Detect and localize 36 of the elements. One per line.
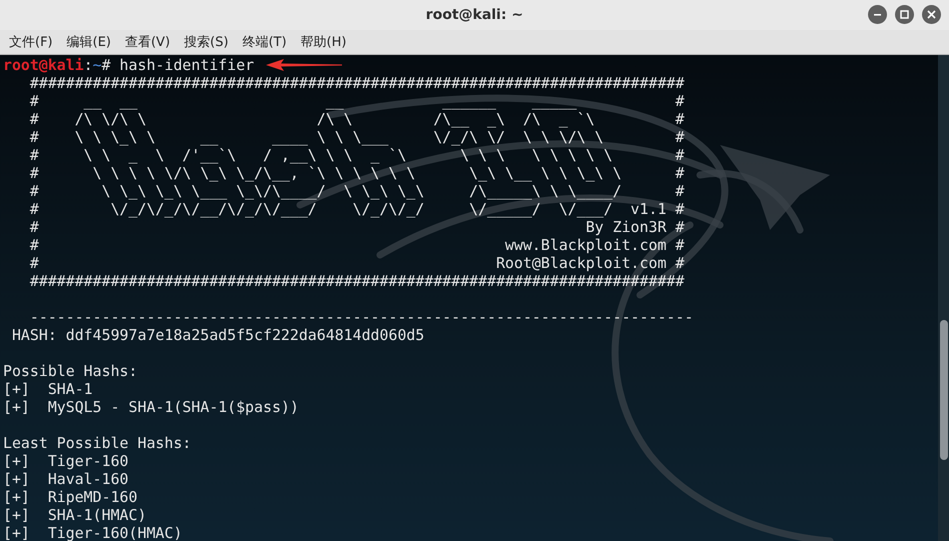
terminal-line: # \ \ \ \ \/\ \_\ \_/\__, `\ \ \ \ \ \ \_\ \__ \ \ \_\ \ # xyxy=(28,164,684,182)
close-icon[interactable] xyxy=(922,5,941,24)
terminal-line: ######################################################################### xyxy=(28,272,684,290)
terminal-line: # __ __ __ ______ _____ # xyxy=(28,92,684,110)
menu-item[interactable]: 终端(T) xyxy=(237,30,292,54)
terminal-line: [+] SHA-1 xyxy=(3,380,93,398)
terminal-line: [+] Tiger-160 xyxy=(3,452,129,470)
menu-item[interactable]: 查看(V) xyxy=(120,30,176,54)
terminal-line: [+] RipeMD-160 xyxy=(3,488,138,506)
menu-item[interactable]: 文件(F) xyxy=(4,30,58,54)
terminal-line: Possible Hashs: xyxy=(3,362,138,380)
terminal-line: HASH: ddf45997a7e18a25ad5f5cf222da64814dd060d5 xyxy=(10,326,424,344)
terminal-line: [+] SHA-1(HMAC) xyxy=(3,506,146,524)
minimize-icon[interactable] xyxy=(868,5,887,24)
terminal-line: # \ \ _ \ /'__`\ / ,__\ \ \ _ `\ \ \ \ \ \ \ \ \ # xyxy=(28,146,684,164)
terminal-line: # \ \_\ \_\ \___ \_\/\____/ \ \_\ \_\ /\_____\ \ \____/ # xyxy=(28,182,684,200)
terminal-line: # By Zion3R # xyxy=(28,218,684,236)
terminal-line: -------------------------------------------------------------------------- xyxy=(28,308,694,326)
terminal-line: Least Possible Hashs: xyxy=(3,434,192,452)
terminal-line: [+] MySQL5 - SHA-1(SHA-1($pass)) xyxy=(3,398,299,416)
command-prompt: root@kali:~# hash-identifier xyxy=(3,56,254,74)
menu-item[interactable]: 编辑(E) xyxy=(62,30,116,54)
terminal-line: # Root@Blackploit.com # xyxy=(28,254,684,272)
arrow-icon xyxy=(266,59,342,71)
menu-item[interactable]: 帮助(H) xyxy=(296,30,352,54)
scrollbar[interactable] xyxy=(938,55,949,541)
terminal-line: # \ \ \_\ \ __ ____ \ \ \___ \/_/\ \/ \ \ \/\ \ # xyxy=(28,128,684,146)
terminal-line: # www.Blackploit.com # xyxy=(28,236,684,254)
terminal-line: # /\ \/\ \ /\ \ /\__ _\ /\ _ `\ # xyxy=(28,110,684,128)
terminal-line: [+] Tiger-160(HMAC) xyxy=(3,524,182,541)
window-title: root@kali: ~ xyxy=(426,6,524,24)
terminal-line: [+] Haval-160 xyxy=(3,470,129,488)
terminal-line: ######################################################################### xyxy=(28,74,684,92)
maximize-icon[interactable] xyxy=(895,5,914,24)
terminal-line: # \/_/\/_/\/__/\/_/\/___/ \/_/\/_/ \/_____/ \/___/ v1.1 # xyxy=(28,200,684,218)
menu-item[interactable]: 搜索(S) xyxy=(179,30,234,54)
